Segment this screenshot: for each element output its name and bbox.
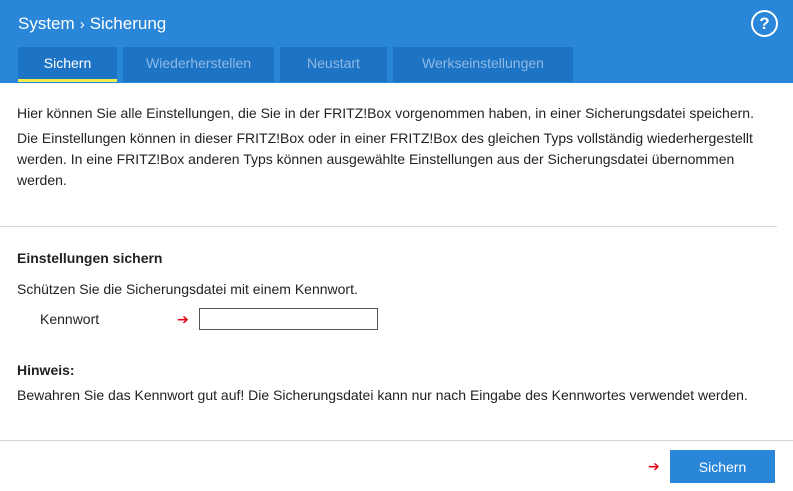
breadcrumb-item-system[interactable]: System xyxy=(18,14,75,34)
help-icon[interactable]: ? xyxy=(751,10,778,37)
tab-neustart[interactable]: Neustart xyxy=(280,47,387,82)
save-button[interactable]: Sichern xyxy=(670,450,775,483)
tab-bar: Sichern Wiederherstellen Neustart Werkse… xyxy=(18,47,579,82)
breadcrumb: System › Sicherung xyxy=(18,14,166,34)
backup-heading: Einstellungen sichern xyxy=(17,250,163,266)
password-field[interactable] xyxy=(199,308,378,330)
intro-paragraph-2: Die Einstellungen können in dieser FRITZ… xyxy=(17,130,753,188)
divider xyxy=(0,440,793,441)
tab-werkseinstellungen[interactable]: Werkseinstellungen xyxy=(393,47,573,82)
header-bar: System › Sicherung ? Sichern Wiederherst… xyxy=(0,0,793,83)
password-label: Kennwort xyxy=(40,311,100,327)
intro-text: Hier können Sie alle Einstellungen, die … xyxy=(17,103,777,191)
intro-paragraph-1: Hier können Sie alle Einstellungen, die … xyxy=(17,105,754,121)
divider xyxy=(0,226,777,227)
arrow-right-icon: ➔ xyxy=(648,458,660,474)
hint-heading: Hinweis: xyxy=(17,362,75,378)
chevron-right-icon: › xyxy=(79,15,85,33)
arrow-right-icon: ➔ xyxy=(177,311,189,327)
backup-description: Schützen Sie die Sicherungsdatei mit ein… xyxy=(17,281,358,297)
tab-sichern[interactable]: Sichern xyxy=(18,47,117,82)
tab-wiederherstellen[interactable]: Wiederherstellen xyxy=(123,47,274,82)
breadcrumb-item-sicherung: Sicherung xyxy=(89,14,167,33)
hint-text: Bewahren Sie das Kennwort gut auf! Die S… xyxy=(17,387,748,403)
